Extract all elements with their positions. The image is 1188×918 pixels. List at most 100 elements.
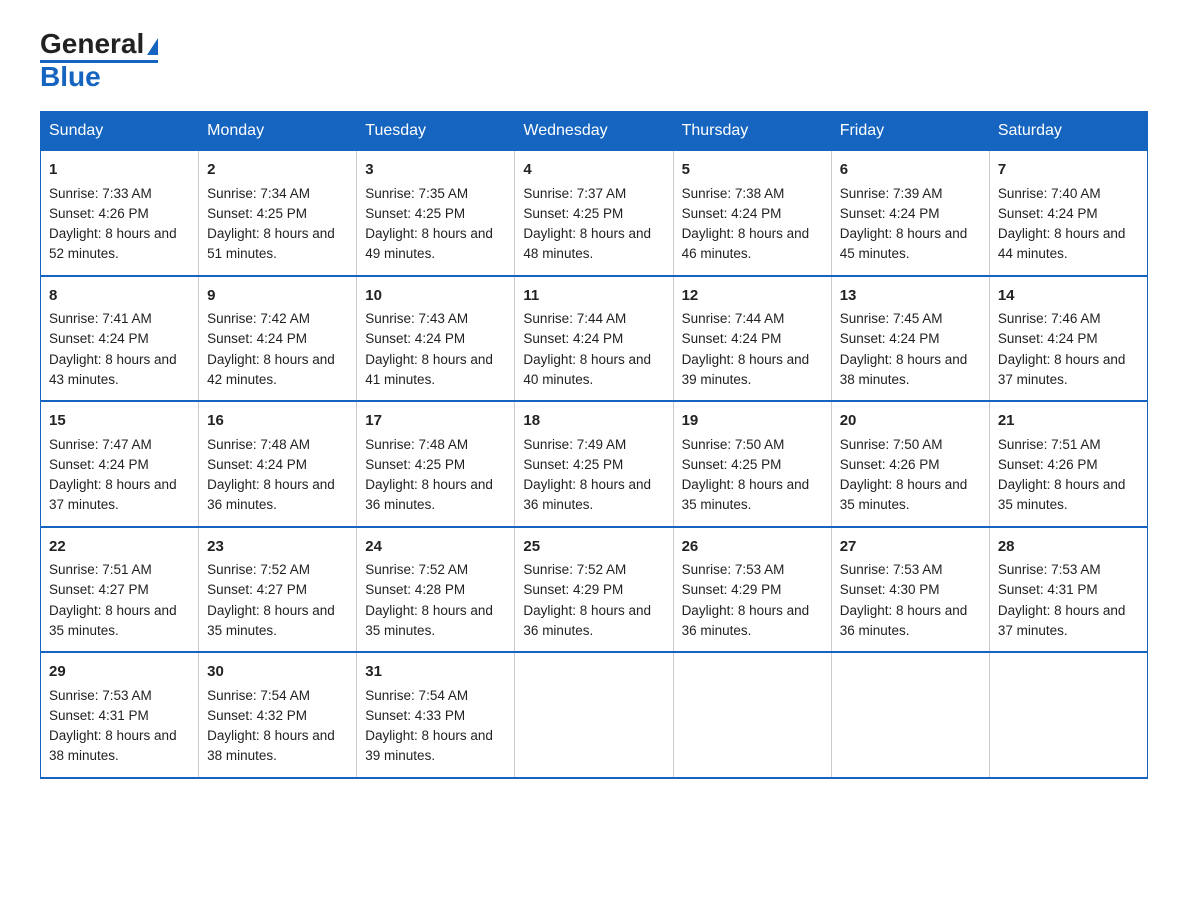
day-number: 20 [840,410,981,433]
daylight-text: Daylight: 8 hours and 46 minutes. [682,226,810,261]
day-number: 13 [840,285,981,308]
calendar-cell [989,652,1147,778]
calendar-cell: 9Sunrise: 7:42 AMSunset: 4:24 PMDaylight… [199,276,357,402]
week-row-5: 29Sunrise: 7:53 AMSunset: 4:31 PMDayligh… [41,652,1148,778]
calendar-cell [515,652,673,778]
calendar-cell: 13Sunrise: 7:45 AMSunset: 4:24 PMDayligh… [831,276,989,402]
sunrise-text: Sunrise: 7:33 AM [49,186,152,201]
calendar-cell: 27Sunrise: 7:53 AMSunset: 4:30 PMDayligh… [831,527,989,653]
week-row-1: 1Sunrise: 7:33 AMSunset: 4:26 PMDaylight… [41,151,1148,276]
weekday-friday: Friday [831,112,989,151]
week-row-4: 22Sunrise: 7:51 AMSunset: 4:27 PMDayligh… [41,527,1148,653]
calendar-cell: 31Sunrise: 7:54 AMSunset: 4:33 PMDayligh… [357,652,515,778]
daylight-text: Daylight: 8 hours and 35 minutes. [998,477,1126,512]
sunrise-text: Sunrise: 7:50 AM [682,437,785,452]
sunset-text: Sunset: 4:32 PM [207,708,307,723]
weekday-monday: Monday [199,112,357,151]
day-number: 16 [207,410,348,433]
weekday-sunday: Sunday [41,112,199,151]
calendar-cell [673,652,831,778]
day-number: 21 [998,410,1139,433]
sunrise-text: Sunrise: 7:38 AM [682,186,785,201]
sunrise-text: Sunrise: 7:51 AM [998,437,1101,452]
calendar-table: SundayMondayTuesdayWednesdayThursdayFrid… [40,111,1148,779]
calendar-cell: 10Sunrise: 7:43 AMSunset: 4:24 PMDayligh… [357,276,515,402]
day-number: 10 [365,285,506,308]
daylight-text: Daylight: 8 hours and 36 minutes. [523,477,651,512]
daylight-text: Daylight: 8 hours and 41 minutes. [365,352,493,387]
calendar-cell: 25Sunrise: 7:52 AMSunset: 4:29 PMDayligh… [515,527,673,653]
day-number: 28 [998,536,1139,559]
calendar-cell: 8Sunrise: 7:41 AMSunset: 4:24 PMDaylight… [41,276,199,402]
daylight-text: Daylight: 8 hours and 36 minutes. [840,603,968,638]
calendar-cell: 3Sunrise: 7:35 AMSunset: 4:25 PMDaylight… [357,151,515,276]
sunset-text: Sunset: 4:25 PM [523,457,623,472]
sunrise-text: Sunrise: 7:41 AM [49,311,152,326]
day-number: 5 [682,159,823,182]
day-number: 31 [365,661,506,684]
weekday-tuesday: Tuesday [357,112,515,151]
sunrise-text: Sunrise: 7:46 AM [998,311,1101,326]
day-number: 8 [49,285,190,308]
calendar-cell: 14Sunrise: 7:46 AMSunset: 4:24 PMDayligh… [989,276,1147,402]
calendar-cell: 12Sunrise: 7:44 AMSunset: 4:24 PMDayligh… [673,276,831,402]
sunrise-text: Sunrise: 7:47 AM [49,437,152,452]
sunset-text: Sunset: 4:29 PM [682,582,782,597]
calendar-cell [831,652,989,778]
sunset-text: Sunset: 4:24 PM [49,457,149,472]
daylight-text: Daylight: 8 hours and 35 minutes. [365,603,493,638]
daylight-text: Daylight: 8 hours and 39 minutes. [682,352,810,387]
daylight-text: Daylight: 8 hours and 51 minutes. [207,226,335,261]
day-number: 1 [49,159,190,182]
sunrise-text: Sunrise: 7:42 AM [207,311,310,326]
calendar-cell: 18Sunrise: 7:49 AMSunset: 4:25 PMDayligh… [515,401,673,527]
sunset-text: Sunset: 4:33 PM [365,708,465,723]
sunrise-text: Sunrise: 7:51 AM [49,562,152,577]
calendar-cell: 26Sunrise: 7:53 AMSunset: 4:29 PMDayligh… [673,527,831,653]
day-number: 2 [207,159,348,182]
day-number: 27 [840,536,981,559]
week-row-3: 15 Sunrise: 7:47 AM Sunset: 4:24 PM Dayligh… [41,401,1148,527]
calendar-cell: 6Sunrise: 7:39 AMSunset: 4:24 PMDaylight… [831,151,989,276]
sunrise-text: Sunrise: 7:53 AM [682,562,785,577]
daylight-text: Daylight: 8 hours and 37 minutes. [998,603,1126,638]
daylight-text: Daylight: 8 hours and 42 minutes. [207,352,335,387]
sunrise-text: Sunrise: 7:43 AM [365,311,468,326]
calendar-cell: 15Sunrise: 7:47 AMSunset: 4:24 PMDayligh… [41,401,199,527]
logo-blue: Blue [40,63,101,91]
sunrise-text: Sunrise: 7:34 AM [207,186,310,201]
day-number: 3 [365,159,506,182]
sunrise-text: Sunrise: 7:35 AM [365,186,468,201]
calendar-cell: 1Sunrise: 7:33 AMSunset: 4:26 PMDaylight… [41,151,199,276]
sunrise-text: Sunrise: 7:52 AM [523,562,626,577]
calendar-cell: 17Sunrise: 7:48 AMSunset: 4:25 PMDayligh… [357,401,515,527]
calendar-cell: 2Sunrise: 7:34 AMSunset: 4:25 PMDaylight… [199,151,357,276]
sunset-text: Sunset: 4:24 PM [523,331,623,346]
sunset-text: Sunset: 4:31 PM [998,582,1098,597]
daylight-text: Daylight: 8 hours and 38 minutes. [49,728,177,763]
sunset-text: Sunset: 4:24 PM [840,206,940,221]
calendar-cell: 24Sunrise: 7:52 AMSunset: 4:28 PMDayligh… [357,527,515,653]
day-number: 9 [207,285,348,308]
day-number: 4 [523,159,664,182]
sunrise-text: Sunrise: 7:48 AM [207,437,310,452]
day-number: 11 [523,285,664,308]
daylight-text: Daylight: 8 hours and 43 minutes. [49,352,177,387]
sunrise-text: Sunrise: 7:39 AM [840,186,943,201]
sunset-text: Sunset: 4:31 PM [49,708,149,723]
daylight-text: Daylight: 8 hours and 35 minutes. [49,603,177,638]
sunrise-text: Sunrise: 7:52 AM [365,562,468,577]
daylight-text: Daylight: 8 hours and 44 minutes. [998,226,1126,261]
calendar-cell: 23Sunrise: 7:52 AMSunset: 4:27 PMDayligh… [199,527,357,653]
sunset-text: Sunset: 4:24 PM [682,331,782,346]
calendar-cell: 22Sunrise: 7:51 AMSunset: 4:27 PMDayligh… [41,527,199,653]
daylight-text: Daylight: 8 hours and 49 minutes. [365,226,493,261]
sunrise-text: Sunrise: 7:52 AM [207,562,310,577]
day-number: 15 [49,410,190,433]
sunset-text: Sunset: 4:27 PM [49,582,149,597]
calendar-cell: 4Sunrise: 7:37 AMSunset: 4:25 PMDaylight… [515,151,673,276]
daylight-text: Daylight: 8 hours and 48 minutes. [523,226,651,261]
day-number: 18 [523,410,664,433]
day-number: 14 [998,285,1139,308]
day-number: 29 [49,661,190,684]
